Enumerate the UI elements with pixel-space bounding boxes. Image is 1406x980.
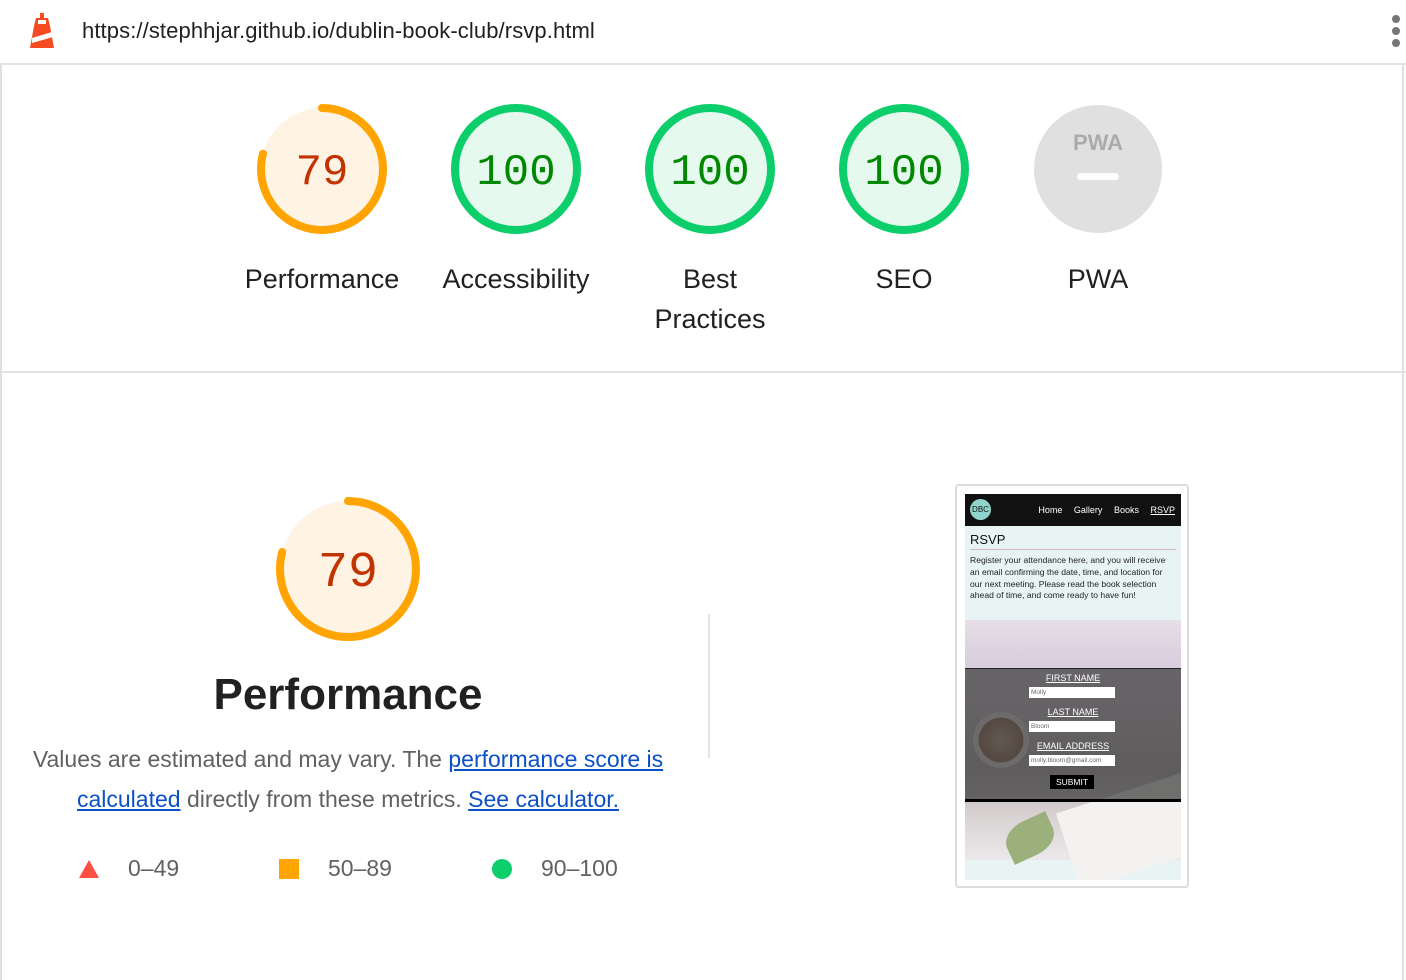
site-nav-links: Home Gallery Books RSVP [1029,505,1175,515]
circle-icon [492,858,512,879]
kebab-menu-icon[interactable] [1386,12,1406,52]
heading-rule [970,549,1176,550]
gauge-score: 79 [296,148,349,198]
gauge-score: 100 [476,148,555,198]
gauge-label: PWA [1067,264,1129,294]
last-name-label: LAST NAME [1047,707,1099,717]
gauge-accessibility[interactable]: 100 Accessibility [416,103,616,299]
gauge-ring: 100 [839,104,969,234]
gauge-label: Accessibility [442,264,590,294]
nav-home: Home [1038,505,1063,515]
legend-range: 50–89 [328,855,392,881]
page-url: https://stephhjar.github.io/dublin-book-… [82,18,595,43]
site-logo: DBC [970,499,991,520]
legend-range: 90–100 [541,855,618,881]
submit-button: SUBMIT [1050,775,1094,789]
gauge-label: Performance [244,264,400,294]
nav-rsvp: RSVP [1150,505,1175,515]
section-divider [0,371,1406,373]
description-prefix: Values are estimated and may vary. The [32,746,449,772]
gauge-pwa[interactable]: PWA PWA [998,103,1198,299]
category-description: Values are estimated and may vary. The p… [26,739,670,819]
gauge-score: 100 [670,148,749,198]
leaf-image [999,811,1061,865]
nav-books: Books [1113,505,1139,515]
final-screenshot[interactable]: DBC Home Gallery Books RSVP RSVP Registe… [955,484,1189,888]
gauge-seo[interactable]: 100 SEO [804,103,1004,299]
gauge-label: Best Practices [654,264,766,334]
rsvp-form: FIRST NAME Molly LAST NAME Bloom EMAIL A… [965,668,1181,802]
score-gauges: 79 Performance 100 Accessibility 100 Bes… [0,63,1406,371]
gauge-performance[interactable]: 79 Performance [222,103,422,299]
last-name-field: Bloom [1029,721,1115,732]
see-calculator-link[interactable]: See calculator. [468,786,619,812]
site-paragraph: Register your attendance here, and you w… [970,555,1166,601]
legend-range: 0–49 [128,855,180,881]
background-photo: FIRST NAME Molly LAST NAME Bloom EMAIL A… [965,620,1181,880]
triangle-icon [79,859,99,878]
gauge-label: SEO [875,264,933,294]
screenshot-page: DBC Home Gallery Books RSVP RSVP Registe… [965,494,1181,880]
category-gauge: 79 [276,497,420,641]
pwa-badge-icon: PWA [1034,105,1162,233]
legend-average: 50–89 [278,855,392,882]
gauge-best-practices[interactable]: 100 Best Practices [610,103,810,339]
vertical-divider [708,614,710,758]
category-title: Performance [213,670,483,719]
legend-pass: 90–100 [491,855,618,882]
site-heading: RSVP [970,532,1006,547]
description-middle: directly from these metrics. [180,786,469,812]
legend-fail: 0–49 [78,855,179,882]
report-topbar: https://stephhjar.github.io/dublin-book-… [0,0,1406,65]
gauge-score: 100 [864,148,943,198]
site-navbar: DBC Home Gallery Books RSVP [965,494,1181,526]
first-name-label: FIRST NAME [1045,673,1101,683]
email-field: molly.bloom@gmail.com [1029,755,1115,766]
first-name-field: Molly [1029,687,1115,698]
email-label: EMAIL ADDRESS [1036,741,1110,751]
gauge-ring: 79 [257,104,387,234]
square-icon [279,858,299,879]
category-score: 79 [318,545,378,602]
gauge-ring: 100 [451,104,581,234]
gauge-ring: 100 [645,104,775,234]
pwa-badge-text: PWA [1073,130,1123,155]
lighthouse-logo-icon [30,13,54,48]
nav-gallery: Gallery [1073,505,1103,515]
